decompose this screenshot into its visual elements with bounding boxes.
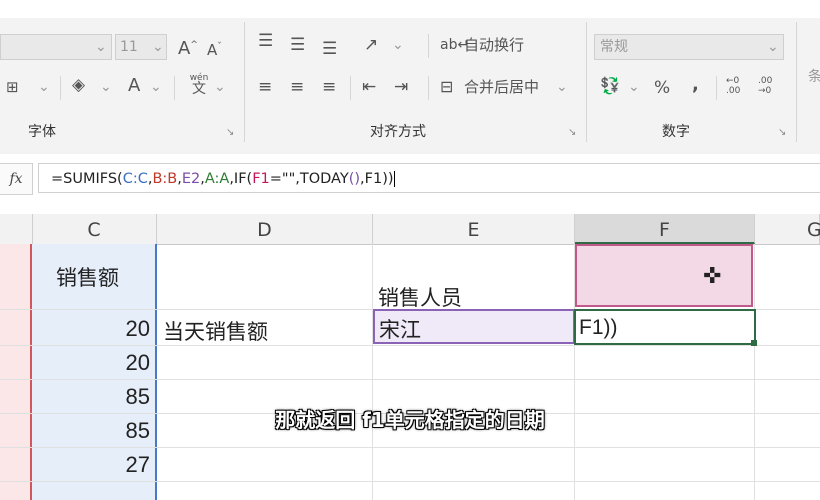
ribbon-top-strip [0,0,820,18]
font-size-dropdown[interactable]: 11 ⌄ [115,34,167,60]
grid-line [0,447,820,448]
chevron-down-icon[interactable]: ⌄ [392,34,404,56]
insert-function-button[interactable]: fx [0,163,33,195]
increase-indent-icon[interactable]: ⇥ [394,76,408,98]
font-size-value: 11 [120,39,138,55]
chevron-down-icon[interactable]: ⌄ [100,76,112,98]
video-subtitle: 那就返回 f1单元格指定的日期 [275,408,545,432]
number-format-value: 常规 [600,39,628,55]
column-c-ref-border [155,244,157,500]
text-cursor [393,171,395,187]
divider [350,76,351,100]
grid-line [0,481,820,482]
grid-line [754,244,755,500]
divider [428,76,429,100]
formula-text: =SUMIFS(C:C,B:B,E2,A:A,IF(F1="",TODAY(),… [51,171,394,187]
group-separator [586,22,587,142]
column-header-e[interactable]: E [373,214,575,244]
fx-icon: fx [9,171,23,187]
column-b-fill [0,244,30,500]
group-label-alignment: 对齐方式 [370,124,426,140]
grid-line [0,379,820,380]
cell-e2-text: 宋江 [379,318,421,342]
chevron-down-icon[interactable]: ⌄ [150,76,162,98]
orientation-icon[interactable]: ↗ [364,34,378,56]
cell-d2-text: 当天销售额 [163,320,268,344]
shrink-font-button[interactable]: Aˇ [207,36,222,61]
align-middle-icon[interactable]: ☰ [290,34,305,56]
formula-token: ,IF( [229,171,253,187]
cell-c6-text: 27 [125,452,150,477]
align-right-icon[interactable]: ≡ [322,76,336,98]
formula-token: E2 [181,171,201,187]
chevron-down-icon[interactable]: ⌄ [556,76,568,98]
group-label-number: 数字 [662,124,690,140]
font-name-dropdown[interactable]: ⌄ [0,34,112,60]
align-center-icon[interactable]: ≡ [290,76,304,98]
chevron-down-icon: ⌄ [95,39,107,55]
group-label-font: 字体 [28,124,56,140]
group-separator [796,22,797,142]
phonetic-bottom: 文 [192,81,206,97]
formula-token: A:A [204,171,230,187]
grow-font-button[interactable]: A^ [178,34,198,60]
cross-cursor-icon: ✜ [703,264,722,289]
align-top-icon[interactable]: ☰ [258,30,273,52]
wrap-text-button[interactable]: 自动换行 [464,34,524,56]
chevron-down-icon[interactable]: ⌄ [214,76,226,98]
chevron-down-icon[interactable]: ⌄ [38,76,50,98]
conditional-format-partial[interactable]: 条 [808,66,820,88]
comma-style-button[interactable]: , [692,74,699,96]
percent-style-button[interactable]: % [654,77,670,99]
formula-token: =SUMIFS( [51,171,123,187]
column-header-d[interactable]: D [157,214,373,244]
increase-decimal-button[interactable]: ←0 .00 [726,76,750,96]
column-header-f[interactable]: F [575,214,755,244]
merge-center-button[interactable]: 合并后居中 [464,76,539,98]
formula-token: F1 [252,171,270,187]
fill-handle[interactable] [751,340,757,346]
divider [428,34,429,58]
number-format-dropdown[interactable]: 常规 ⌄ [594,34,784,60]
decrease-indent-icon[interactable]: ⇤ [362,76,376,98]
chevron-down-icon: ⌄ [152,39,164,55]
fill-color-icon[interactable]: ◈ [72,74,85,96]
divider [174,76,175,100]
group-separator [244,22,245,142]
divider [716,76,717,100]
chevron-down-icon[interactable]: ⌄ [628,76,640,98]
column-header-g[interactable]: G [755,214,820,244]
formula-input[interactable]: =SUMIFS(C:C,B:B,E2,A:A,IF(F1="",TODAY(),… [38,163,820,193]
cell-c1-text: 销售额 [56,266,119,290]
font-color-button[interactable]: A [128,75,140,97]
dialog-launcher-icon[interactable]: ↘ [778,127,786,138]
decrease-decimal-button[interactable]: .00 →0 [758,76,782,96]
cell-f1[interactable] [575,244,753,307]
dialog-launcher-icon[interactable]: ↘ [226,127,234,138]
cell-f2-text: F1)) [579,316,618,339]
merge-center-icon: ⊟ [440,77,454,96]
grid-line [372,244,373,500]
column-header-c[interactable]: C [32,214,157,244]
cell-c2-text: 20 [125,316,150,341]
grid-line [0,345,820,346]
column-header-b-partial[interactable] [0,214,33,244]
formula-token: C:C [122,171,148,187]
accounting-format-icon[interactable]: 💱 [600,75,620,97]
cell-e1-text: 销售人员 [378,286,462,310]
borders-icon[interactable]: ⊞ [6,76,19,98]
align-left-icon[interactable]: ≡ [258,76,272,98]
phonetic-guide-button[interactable]: wén 文 [186,73,212,97]
align-bottom-icon[interactable]: ☰ [322,38,337,60]
dialog-launcher-icon[interactable]: ↘ [568,127,576,138]
cell-c3-text: 20 [125,350,150,375]
chevron-down-icon: ⌄ [767,39,779,55]
formula-token: () [348,171,361,187]
formula-token: B:B [152,171,178,187]
formula-token: ="",TODAY [269,171,349,187]
formula-token: ,F1) [360,171,388,187]
divider [60,76,61,100]
